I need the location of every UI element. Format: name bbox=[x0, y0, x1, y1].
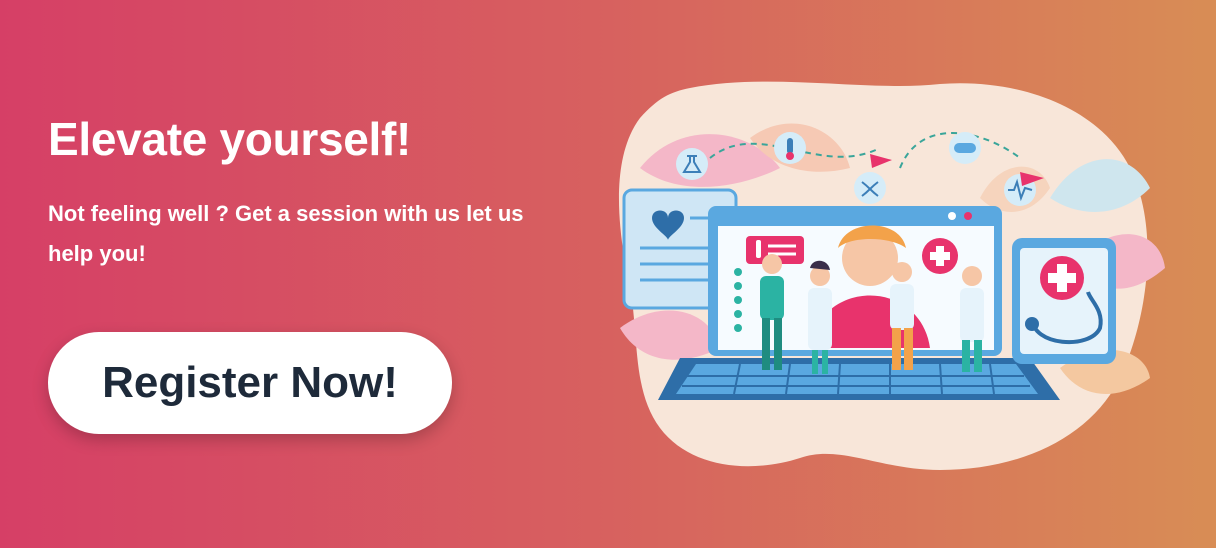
hero-subtitle: Not feeling well ? Get a session with us… bbox=[48, 201, 524, 266]
flask-icon bbox=[676, 148, 708, 180]
register-now-button[interactable]: Register Now! bbox=[48, 332, 452, 434]
laptop bbox=[658, 206, 1060, 400]
medical-cross-icon bbox=[1040, 256, 1084, 300]
thermometer-icon bbox=[774, 132, 806, 164]
pill-icon bbox=[949, 132, 981, 164]
telemedicine-illustration bbox=[618, 81, 1165, 470]
dna-icon bbox=[854, 172, 886, 204]
medical-cross-icon bbox=[922, 238, 958, 274]
page-title: Elevate yourself! bbox=[48, 113, 412, 165]
tablet-device bbox=[1012, 238, 1116, 364]
hero-banner: Elevate yourself! Not feeling well ? Get… bbox=[0, 0, 1216, 548]
